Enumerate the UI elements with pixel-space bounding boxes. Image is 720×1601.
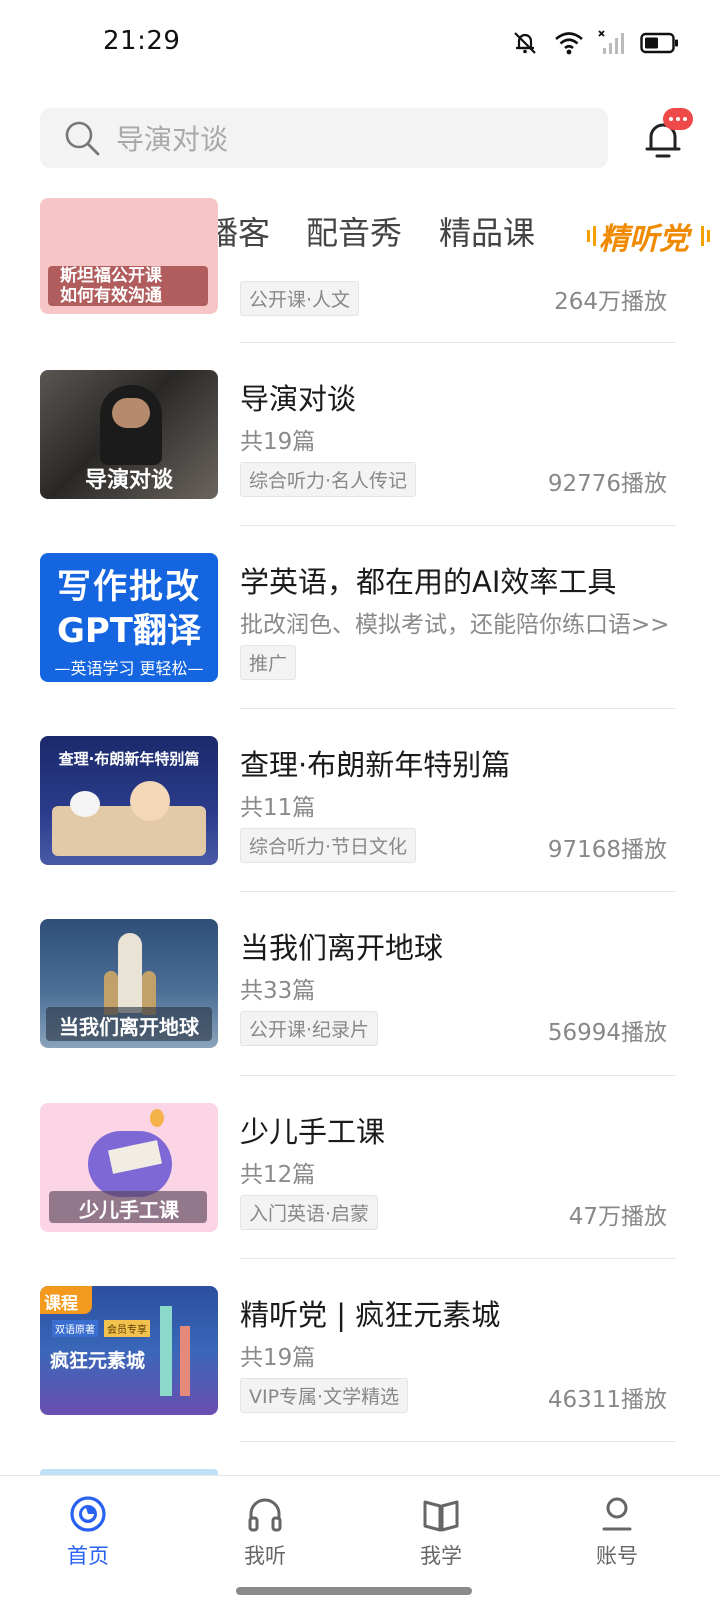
- item-tag: 公开课·纪录片: [240, 1011, 379, 1046]
- item-tag: 综合听力·名人传记: [240, 462, 417, 497]
- search-placeholder: 导演对谈: [116, 123, 229, 156]
- item-count: 共11篇: [240, 795, 316, 821]
- bell-muted-icon: [514, 32, 536, 54]
- thumbnail-charlie-brown: 查理·布朗新年特别篇: [40, 736, 218, 865]
- home-indicator[interactable]: [236, 1587, 472, 1595]
- thumb-line1: 斯坦福公开课: [60, 266, 162, 286]
- item-count: 共19篇: [240, 1345, 316, 1371]
- status-bar: 21:29: [0, 0, 720, 90]
- item-tag: VIP专属·文学精选: [240, 1378, 409, 1413]
- cellular-signal-icon: [598, 30, 624, 54]
- thumb-title: 导演对谈: [84, 468, 173, 493]
- divider: [240, 891, 676, 892]
- divider: [240, 525, 676, 526]
- book-icon: [423, 1500, 459, 1532]
- item-description: 批改润色、模拟考试，还能陪你练口语>>: [240, 612, 670, 638]
- thumb-title: 查理·布朗新年特别篇: [58, 750, 200, 768]
- home-icon: [70, 1496, 106, 1532]
- nav-account-label: 账号: [596, 1544, 638, 1568]
- item-title: 查理·布朗新年特别篇: [240, 748, 511, 782]
- divider: [240, 1258, 676, 1259]
- list-item[interactable]: 斯坦福公开课 如何有效沟通 公开课·人文 264万播放: [0, 198, 720, 318]
- item-plays: 47万播放: [568, 1204, 667, 1230]
- item-plays: 56994播放: [547, 1020, 667, 1046]
- nav-home-label: 首页: [67, 1544, 109, 1568]
- item-tag: 入门英语·启蒙: [240, 1195, 379, 1230]
- tab-intensive-listening-label: 精听党: [599, 222, 689, 257]
- ad-tag: 推广: [240, 645, 297, 680]
- item-title: 学英语，都在用的AI效率工具: [240, 565, 617, 599]
- thumb-line2: GPT翻译: [56, 611, 202, 651]
- user-icon: [602, 1497, 632, 1531]
- nav-home[interactable]: 首页: [28, 1494, 148, 1570]
- thumbnail-elemental: 课程 双语原著 会员专享 疯狂元素城: [40, 1286, 218, 1415]
- divider: [240, 1441, 676, 1442]
- tab-intensive-listening[interactable]: 精听党: [585, 212, 720, 258]
- thumb-chip-vip: 会员专享: [104, 1320, 150, 1337]
- thumb-line3: —英语学习 更轻松—: [54, 659, 204, 678]
- headphones-icon: [248, 1498, 282, 1532]
- bottom-navigation: 首页 我听 我学 账号: [0, 1475, 720, 1601]
- thumbnail-director: 导演对谈: [40, 370, 218, 499]
- thumb-title: 少儿手工课: [79, 1198, 179, 1222]
- item-title: 导演对谈: [240, 382, 357, 416]
- item-title: 当我们离开地球: [240, 931, 444, 965]
- thumbnail-kids-craft: 少儿手工课: [40, 1103, 218, 1232]
- item-count: 共33篇: [240, 978, 316, 1004]
- divider: [240, 342, 676, 343]
- nav-learn[interactable]: 我学: [381, 1494, 501, 1570]
- thumbnail-stanford: 斯坦福公开课 如何有效沟通: [40, 198, 218, 314]
- course-badge: 课程: [44, 1294, 78, 1314]
- thumb-line2: 如何有效沟通: [60, 286, 162, 306]
- thumbnail-leaving-earth: 当我们离开地球: [40, 919, 218, 1048]
- battery-icon: [640, 32, 678, 54]
- status-time: 21:29: [103, 26, 181, 56]
- item-plays: 264万播放: [554, 289, 667, 315]
- search-bar[interactable]: 导演对谈: [40, 108, 608, 168]
- item-count: 共19篇: [240, 429, 316, 455]
- notification-badge: [663, 108, 693, 130]
- nav-account[interactable]: 账号: [557, 1494, 677, 1570]
- wifi-icon: [555, 32, 583, 55]
- nav-listen-label: 我听: [244, 1544, 286, 1568]
- item-tag: 公开课·人文: [240, 281, 360, 316]
- tab-dubbing-show[interactable]: 配音秀: [306, 208, 402, 254]
- status-icons: [510, 28, 680, 58]
- item-tag: 综合听力·节日文化: [240, 828, 417, 863]
- item-plays: 97168播放: [547, 837, 667, 863]
- item-plays: 46311播放: [547, 1387, 667, 1413]
- tab-premium-course[interactable]: 精品课: [439, 208, 535, 254]
- thumb-title: 疯狂元素城: [50, 1350, 146, 1372]
- item-plays: 92776播放: [547, 471, 667, 497]
- search-icon: [65, 121, 100, 156]
- nav-listen[interactable]: 我听: [205, 1494, 325, 1570]
- thumb-line1: 写作批改: [57, 567, 201, 607]
- nav-learn-label: 我学: [420, 1544, 462, 1568]
- item-count: 共12篇: [240, 1162, 316, 1188]
- item-title: 少儿手工课: [240, 1115, 386, 1149]
- item-title: 精听党 | 疯狂元素城: [240, 1298, 501, 1332]
- thumb-title: 当我们离开地球: [59, 1015, 199, 1039]
- thumb-chip-bilingual: 双语原著: [52, 1320, 98, 1337]
- divider: [240, 1075, 676, 1076]
- thumbnail-ai-tool: 写作批改 GPT翻译 —英语学习 更轻松—: [40, 553, 218, 682]
- divider: [240, 708, 676, 709]
